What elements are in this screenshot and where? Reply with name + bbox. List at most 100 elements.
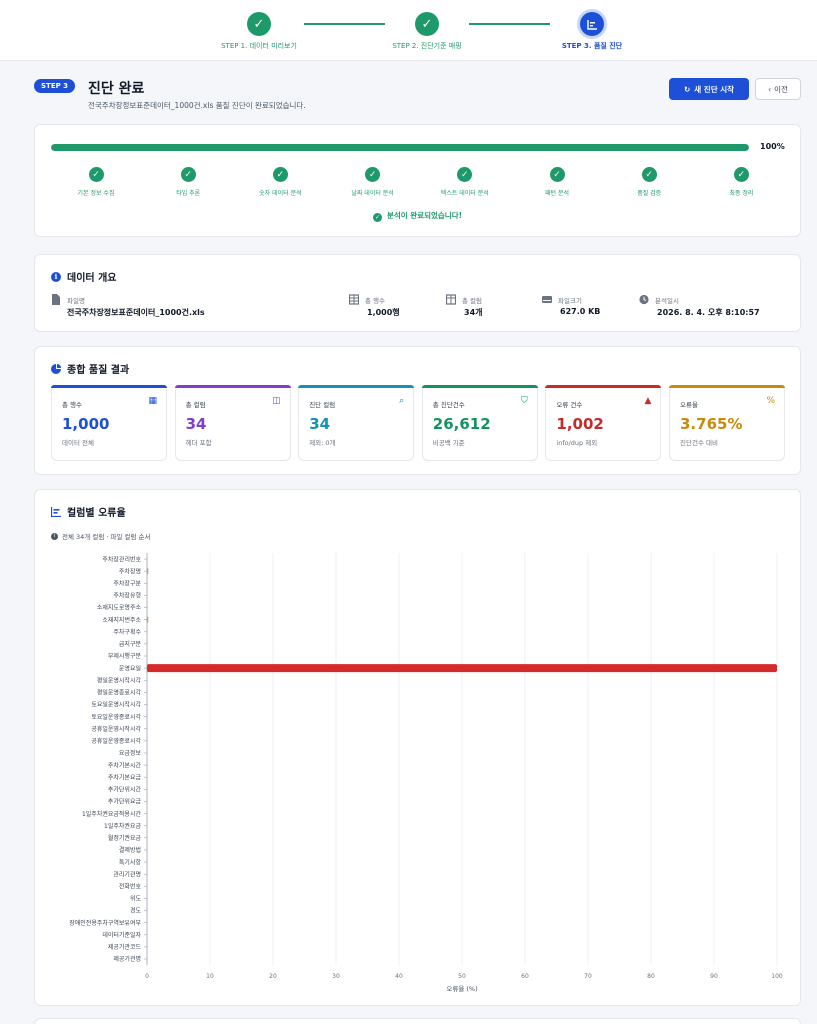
metric-sub: 헤더 포함	[185, 439, 212, 447]
x-tick-label: 30	[332, 973, 340, 980]
step-3[interactable]: STEP 3. 품질 진단	[522, 12, 662, 51]
clock-icon	[639, 294, 649, 305]
metric-card: 총 컬럼 ◫ 34 헤더 포함	[174, 385, 291, 461]
bar	[147, 616, 149, 623]
phase-item: ✓ 타입 추론	[138, 167, 238, 197]
metric-card: 오류율% 3.765% 진단건수 대비	[669, 385, 785, 461]
error-rate-chart: 0 10 20 30 40 50 60 70 80 90 100 주차장관리번호주차장명주차장구분주차…	[69, 553, 783, 993]
chevron-left-icon: ‹	[768, 84, 772, 94]
phase-label: 기본 정보 수집	[77, 190, 115, 197]
metric-value: 34	[309, 415, 331, 433]
metric-sub: 비공백 기준	[432, 439, 465, 447]
y-tick-label: 평일운영종료시각	[97, 689, 142, 697]
x-tick-label: 90	[710, 973, 718, 980]
metric-accent	[669, 385, 785, 388]
y-tick-label: 주차기본요금	[108, 773, 142, 781]
metric-label: 오류율	[680, 401, 698, 409]
check-icon: ✓	[365, 167, 381, 182]
drive-icon	[542, 296, 552, 303]
file-value: 전국주차장정보표준데이터_1000건.xls	[67, 308, 205, 317]
y-tick-label: 주차장구분	[113, 580, 141, 588]
metric-label: 총 진단건수	[432, 401, 465, 409]
bar	[147, 568, 149, 575]
y-tick-label: 주차장유형	[113, 592, 141, 600]
quality-card: 종합 품질 결과 총 행수 ▦ 1,000 데이터 전체 총 컬럼 ◫ 34 헤더 포함 진단 …	[34, 346, 801, 475]
y-tick-label: 결제방법	[119, 846, 141, 854]
y-tick-label: 소재지지번주소	[102, 616, 141, 624]
prev-button[interactable]: ‹ 이전	[755, 78, 801, 100]
y-tick-label: 부제시행구분	[108, 652, 142, 660]
y-tick-label: 1일주차권요금	[104, 822, 141, 830]
quality-title: 종합 품질 결과	[51, 361, 129, 376]
quality-title-text: 종합 품질 결과	[67, 365, 130, 376]
stepper-bar: ✓ STEP 1. 데이터 미리보기 ✓ STEP 2. 진단기준 매핑 STE…	[0, 0, 817, 61]
file-icon	[52, 294, 60, 305]
metric-value: 1,000	[62, 415, 110, 433]
phase-item: ✓ 최종 정리	[691, 167, 791, 197]
step-1[interactable]: ✓ STEP 1. 데이터 미리보기	[189, 12, 329, 51]
new-diagnosis-button[interactable]: ↻ 새 진단 시작	[669, 78, 749, 100]
y-tick-label: 관리기관명	[113, 870, 141, 878]
phase-label: 날짜 데이터 분석	[351, 190, 394, 197]
progress-fill	[51, 144, 749, 151]
metric-card: 총 진단건수 ⛉ 26,612 비공백 기준	[421, 385, 538, 461]
phase-item: ✓ 품질 검증	[599, 167, 699, 197]
overview-title-text: 데이터 개요	[67, 273, 117, 284]
new-diagnosis-label: 새 진단 시작	[694, 84, 735, 94]
metric-label: 총 행수	[62, 401, 83, 409]
bar	[147, 664, 777, 673]
phase-label: 타입 추론	[176, 190, 201, 197]
y-tick-label: 주차장명	[119, 567, 141, 575]
size-value: 627.0 KB	[560, 307, 601, 316]
y-tick-label: 소재지도로명주소	[97, 604, 142, 612]
progress-percent: 100%	[760, 142, 785, 151]
check-icon: ✓	[457, 167, 473, 182]
metric-accent	[174, 385, 291, 388]
check-icon: ✓	[247, 12, 271, 36]
y-tick-label: 공휴일운영종료시각	[91, 737, 141, 745]
refresh-icon: ↻	[683, 84, 691, 94]
percent-icon: %	[766, 396, 775, 406]
time-label: 분석일시	[655, 297, 679, 305]
step-2[interactable]: ✓ STEP 2. 진단기준 매핑	[357, 12, 497, 51]
y-tick-label: 특기사항	[119, 858, 142, 866]
rows-label: 총 행수	[365, 297, 386, 305]
y-tick-label: 1일주차권요금적용시간	[82, 810, 141, 818]
check-icon: ✓	[372, 213, 382, 222]
x-tick-label: 50	[458, 973, 466, 980]
metric-accent	[51, 385, 167, 388]
metric-accent	[421, 385, 538, 388]
metric-value: 1,002	[556, 415, 604, 433]
next-card	[34, 1018, 801, 1024]
metric-sub: 제외: 0개	[309, 439, 336, 447]
file-label: 파일명	[67, 297, 85, 305]
table-icon: ▦	[148, 396, 157, 406]
x-tick-label: 0	[145, 973, 149, 980]
x-tick-label: 40	[395, 973, 403, 980]
step-1-label: STEP 1. 데이터 미리보기	[221, 42, 297, 50]
x-tick-label: 70	[584, 973, 592, 980]
metric-label: 오류 건수	[556, 401, 583, 409]
x-tick-label: 100	[771, 973, 783, 980]
columns-icon: ◫	[272, 396, 281, 406]
overview-title: i 데이터 개요	[51, 269, 116, 284]
page-title: 진단 완료	[88, 81, 145, 97]
y-tick-label: 주차구획수	[113, 628, 141, 636]
check-icon: ✓	[549, 167, 565, 182]
cols-label: 총 컬럼	[462, 297, 483, 305]
y-tick-label: 토요일운영종료시각	[91, 713, 141, 721]
step-3-label: STEP 3. 품질 진단	[561, 42, 623, 50]
phase-label: 패턴 분석	[545, 190, 569, 197]
metric-card: 오류 건수 ▲ 1,002 info/dup 제외	[545, 385, 662, 461]
y-tick-label: 추가단위시간	[108, 786, 142, 794]
overview-card: i 데이터 개요 파일명 전국주차장정보표준데이터_1000건.xls 총 행수…	[34, 254, 801, 332]
table-icon	[349, 294, 359, 305]
phase-item: ✓ 패턴 분석	[507, 167, 607, 197]
search-icon: ⌕	[399, 396, 405, 406]
x-tick-label: 20	[269, 973, 277, 980]
y-tick-label: 월정기권요금	[108, 834, 142, 842]
check-icon: ✓	[641, 167, 657, 182]
cols-value: 34개	[464, 308, 483, 317]
metric-sub: 진단건수 대비	[680, 439, 718, 447]
y-tick-label: 평일운영시작시각	[97, 676, 142, 684]
